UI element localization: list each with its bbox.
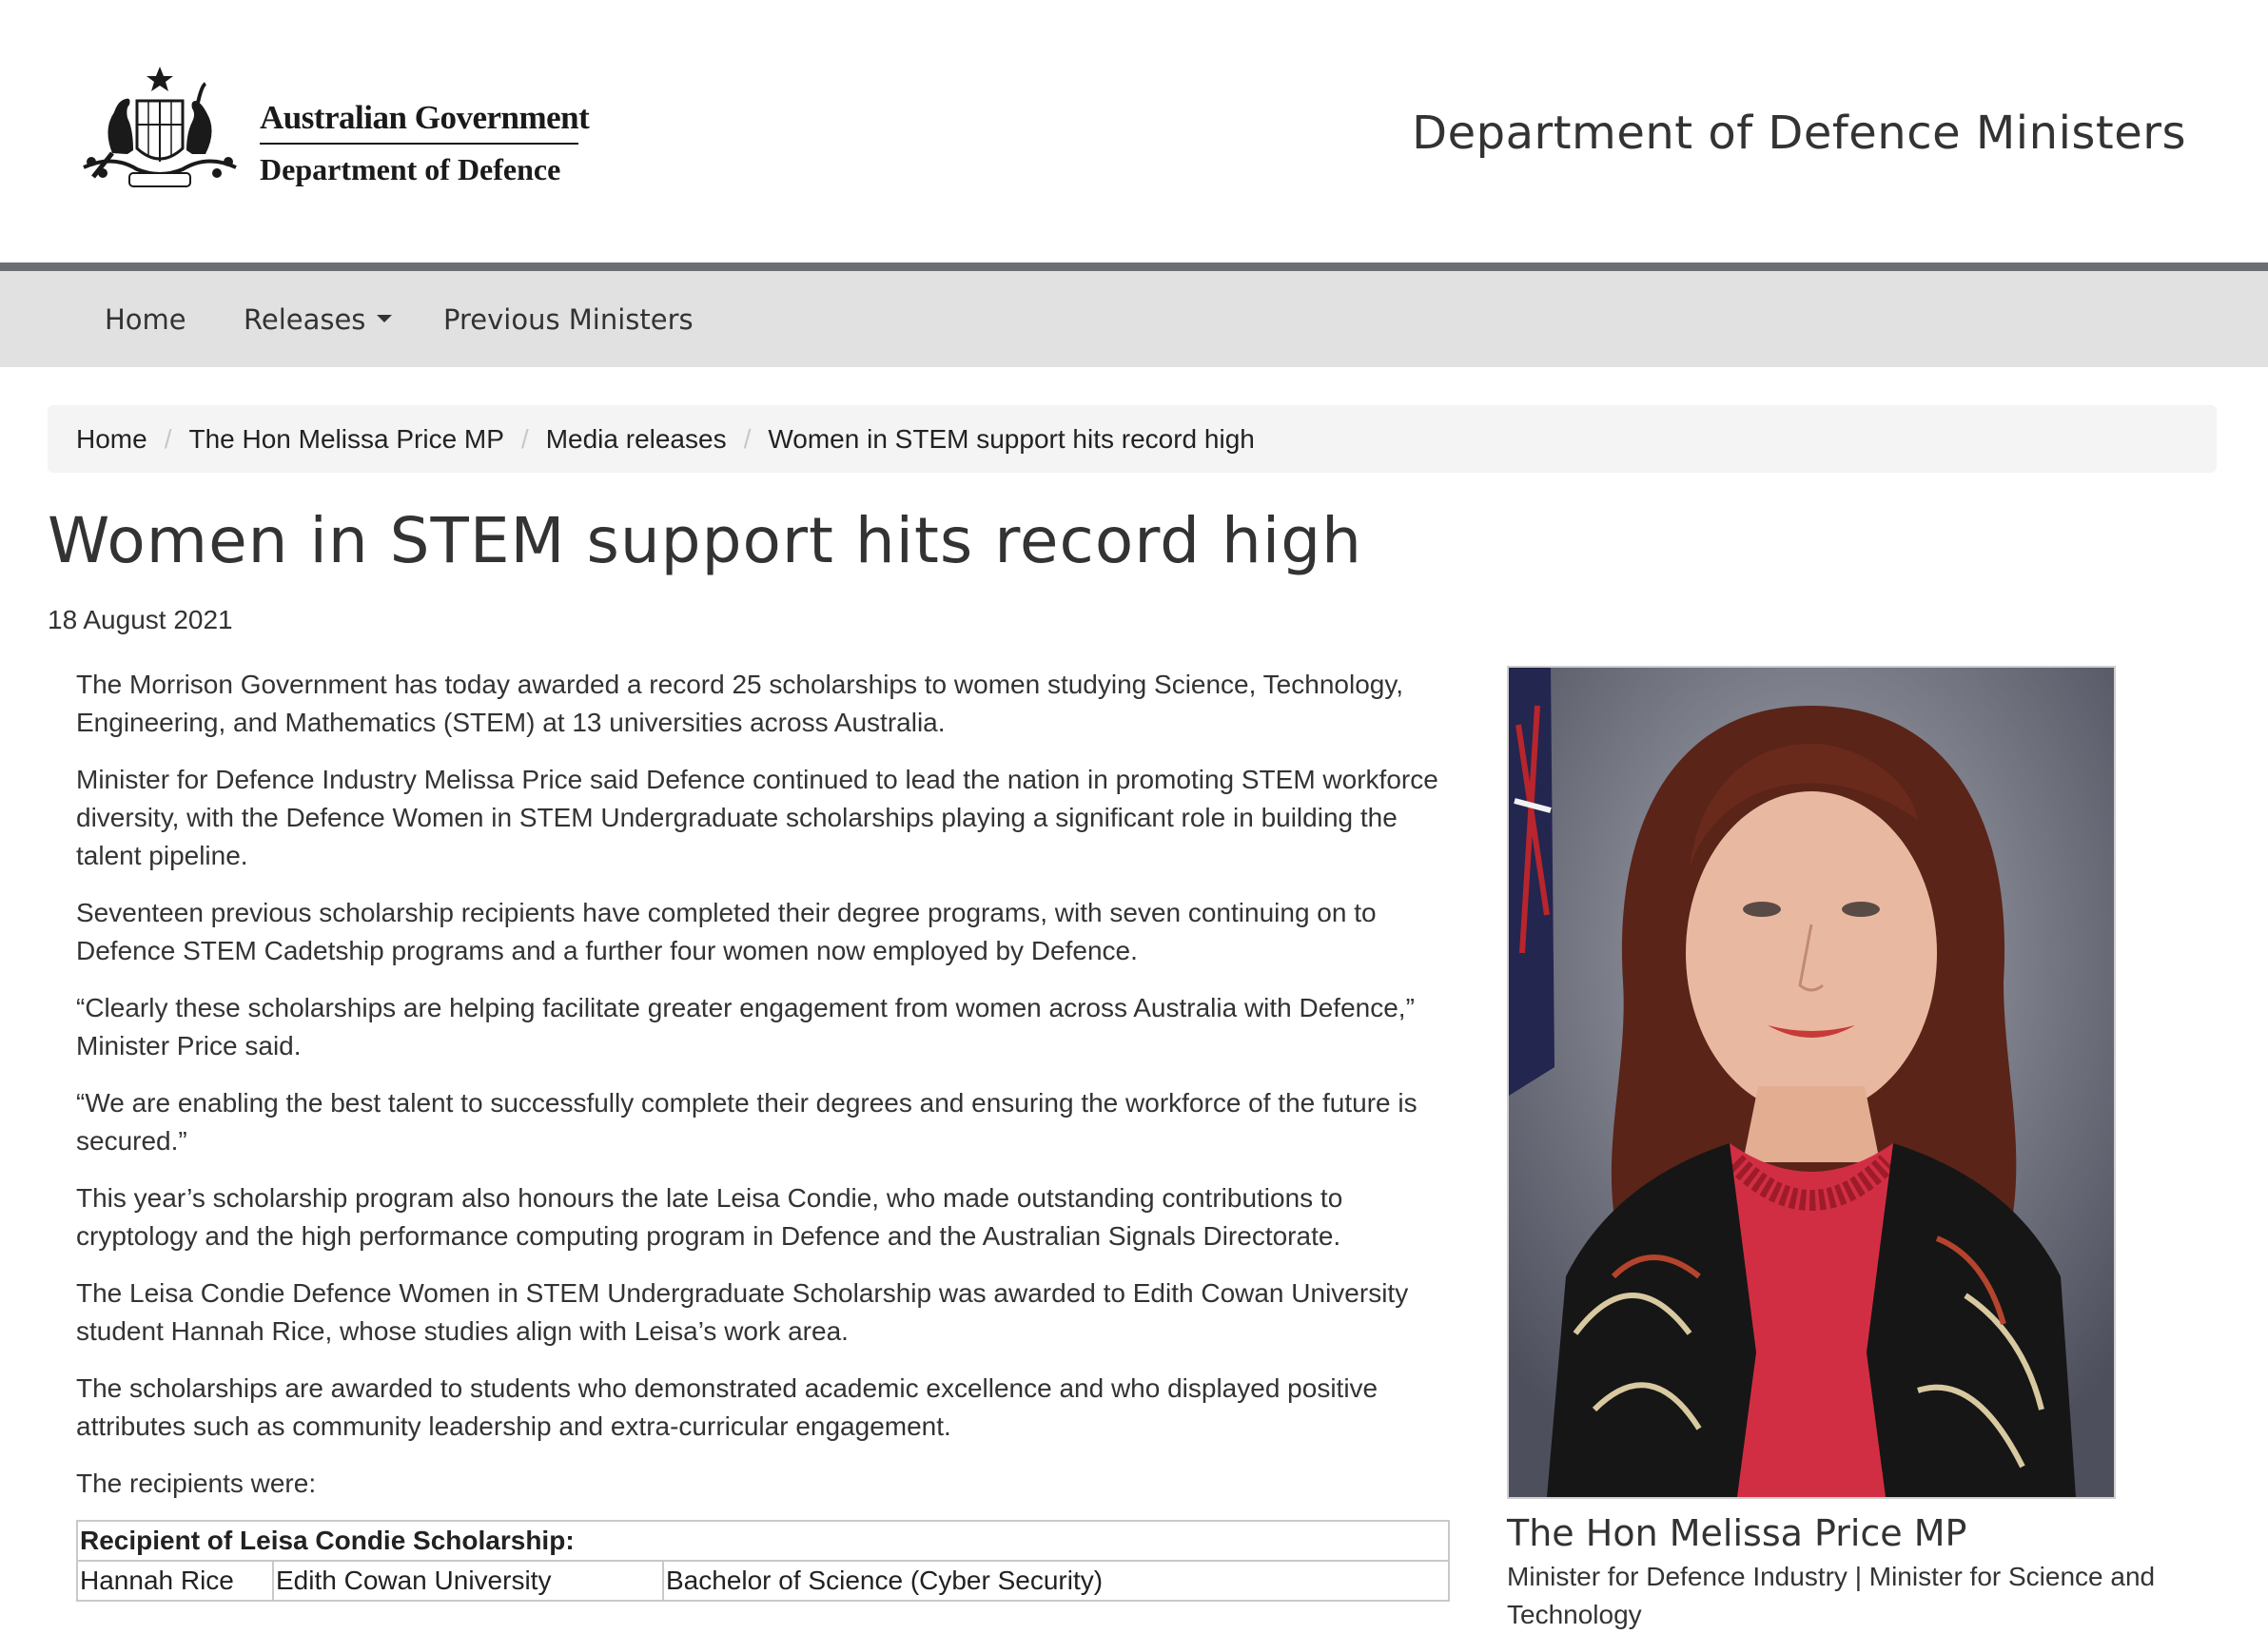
article-body: The Morrison Government has today awarde…: [76, 666, 1446, 1522]
site-title[interactable]: Department of Defence Ministers: [1412, 107, 2186, 160]
recipient-name-cell: Hannah Rice: [76, 1560, 274, 1602]
recipient-university-cell: Edith Cowan University: [272, 1560, 664, 1602]
minister-name[interactable]: The Hon Melissa Price MP: [1507, 1512, 1966, 1554]
article-paragraph: This year’s scholarship program also hon…: [76, 1183, 1343, 1251]
main-nav: Home Releases Previous Ministers: [0, 271, 2268, 367]
logo-australian-government: Australian Government: [260, 99, 590, 136]
breadcrumb-media-releases[interactable]: Media releases: [546, 424, 727, 454]
release-date: 18 August 2021: [48, 605, 233, 634]
article-paragraph: The Morrison Government has today awarde…: [76, 670, 1404, 737]
article-paragraph: Minister for Defence Industry Melissa Pr…: [76, 765, 1438, 870]
nav-divider: [0, 263, 2268, 271]
nav-releases-dropdown[interactable]: Releases: [244, 303, 393, 336]
breadcrumb-separator: /: [520, 424, 529, 454]
minister-role: Minister for Defence Industry | Minister…: [1507, 1562, 2156, 1629]
minister-photo-illustration: [1509, 668, 2114, 1497]
article-paragraph: “We are enabling the best talent to succ…: [76, 1088, 1418, 1156]
breadcrumb-separator: /: [743, 424, 752, 454]
table-row: Hannah Rice Edith Cowan University Bache…: [76, 1560, 1450, 1602]
table-header-cell: Recipient of Leisa Condie Scholarship:: [76, 1520, 1450, 1562]
minister-portrait: [1507, 666, 2116, 1499]
breadcrumb: Home / The Hon Melissa Price MP / Media rele…: [48, 405, 2217, 473]
nav-previous-ministers-link[interactable]: Previous Ministers: [443, 303, 694, 336]
site-header: Australian Government Department of Defe…: [0, 0, 2268, 263]
coat-of-arms-icon: [83, 67, 237, 187]
article-paragraph: The Leisa Condie Defence Women in STEM U…: [76, 1278, 1409, 1346]
recipients-table: Recipient of Leisa Condie Scholarship: H…: [76, 1520, 1450, 1602]
australian-government-logo[interactable]: Australian Government Department of Defe…: [74, 63, 590, 196]
nav-home-link[interactable]: Home: [105, 303, 186, 336]
breadcrumb-home[interactable]: Home: [76, 424, 147, 454]
nav-releases-label: Releases: [244, 303, 366, 336]
article-paragraph: The recipients were:: [76, 1469, 317, 1498]
logo-department-of-defence: Department of Defence: [260, 152, 561, 186]
logo-divider: [260, 143, 578, 145]
article-paragraph: The scholarships are awarded to students…: [76, 1373, 1378, 1441]
article-paragraph: Seventeen previous scholarship recipient…: [76, 898, 1377, 965]
breadcrumb-separator: /: [164, 424, 172, 454]
breadcrumb-minister[interactable]: The Hon Melissa Price MP: [188, 424, 503, 454]
table-header-row: Recipient of Leisa Condie Scholarship:: [76, 1520, 1450, 1562]
article-paragraph: “Clearly these scholarships are helping …: [76, 993, 1415, 1060]
breadcrumb-current-page: Women in STEM support hits record high: [768, 424, 1255, 454]
recipient-degree-cell: Bachelor of Science (Cyber Security): [662, 1560, 1450, 1602]
caret-down-icon: [377, 315, 393, 322]
page-title: Women in STEM support hits record high: [48, 504, 1362, 577]
